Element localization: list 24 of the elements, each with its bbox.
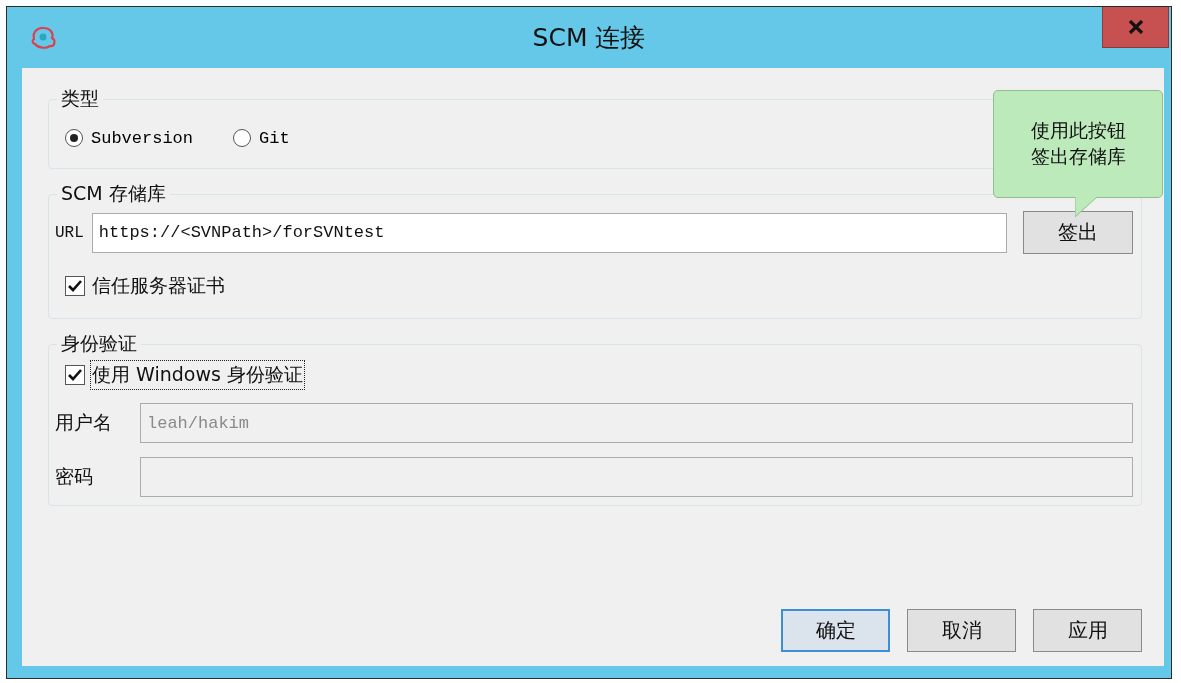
- dialog-button[interactable]: 确定: [781, 609, 890, 652]
- radio-button[interactable]: [65, 129, 83, 147]
- tooltip: 使用此按钮 签出存储库: [993, 90, 1163, 198]
- group-title: SCM 存储库: [60, 181, 167, 206]
- radio-label[interactable]: Git: [259, 128, 290, 148]
- close-button[interactable]: [1102, 7, 1169, 48]
- dialog-button[interactable]: 应用: [1033, 609, 1142, 652]
- checkbox[interactable]: [65, 365, 85, 385]
- checkbox-label[interactable]: 信任服务器证书: [91, 272, 226, 300]
- group-title: 身份验证: [60, 331, 138, 356]
- checkout-button[interactable]: 签出: [1023, 211, 1133, 254]
- close-icon: [1127, 20, 1144, 34]
- checkbox[interactable]: [65, 276, 85, 296]
- app-logo-icon: [29, 24, 59, 51]
- group-title: 类型: [60, 86, 100, 111]
- radio-button[interactable]: [233, 129, 252, 147]
- field-label: 密码: [55, 464, 94, 489]
- checkbox-label[interactable]: 使用 Windows 身份验证: [91, 361, 304, 389]
- radio-label[interactable]: Subversion: [91, 128, 194, 148]
- url-label: URL: [55, 223, 84, 242]
- field-label: 用户名: [55, 410, 113, 435]
- url-field[interactable]: https://<SVNPath>/forSVNtest: [91, 212, 1007, 253]
- window-title: SCM 连接: [532, 23, 646, 52]
- dialog-button[interactable]: 取消: [907, 609, 1016, 652]
